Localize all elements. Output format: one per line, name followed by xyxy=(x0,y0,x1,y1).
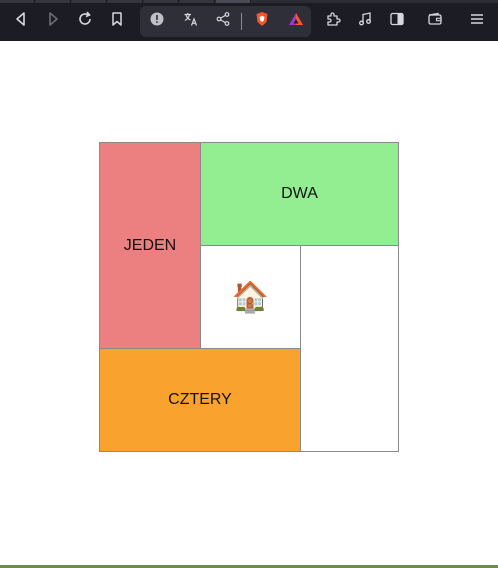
brave-rewards-button[interactable] xyxy=(283,8,309,34)
wallet-button[interactable] xyxy=(422,8,448,34)
extensions-icon xyxy=(325,11,341,32)
share-icon xyxy=(215,11,231,32)
bookmark-icon xyxy=(109,11,125,32)
sidebar-icon xyxy=(389,11,405,32)
reload-icon xyxy=(77,10,93,32)
urlbar-divider xyxy=(241,13,242,30)
tab[interactable] xyxy=(144,0,179,3)
layout-grid: JEDEN DWA 🏠 CZTERY xyxy=(99,142,399,452)
reload-button[interactable] xyxy=(72,8,98,34)
cell-jeden-label: JEDEN xyxy=(123,236,177,254)
cell-cztery: CZTERY xyxy=(99,348,301,452)
forward-icon xyxy=(45,11,61,32)
tab[interactable] xyxy=(0,0,35,3)
cell-dwa-label: DWA xyxy=(281,185,318,202)
bookmark-button[interactable] xyxy=(104,8,130,34)
cell-jeden: JEDEN xyxy=(99,142,201,349)
forward-button[interactable] xyxy=(40,8,66,34)
translate-icon xyxy=(183,11,199,32)
cell-cztery-label: CZTERY xyxy=(168,391,232,408)
brave-shields-icon xyxy=(254,11,270,32)
share-button[interactable] xyxy=(210,8,236,34)
info-icon xyxy=(149,11,165,32)
site-info-button[interactable] xyxy=(144,8,170,34)
brave-shields-button[interactable] xyxy=(249,8,275,34)
sidebar-button[interactable] xyxy=(384,8,410,34)
tab-strip xyxy=(0,0,498,3)
tab-active[interactable] xyxy=(216,0,251,3)
cell-right-empty xyxy=(300,245,399,452)
tab[interactable] xyxy=(180,0,215,3)
tab[interactable] xyxy=(72,0,107,3)
brave-rewards-icon xyxy=(288,11,304,32)
wallet-icon xyxy=(427,11,443,32)
extensions-button[interactable] xyxy=(320,8,346,34)
menu-button[interactable] xyxy=(464,8,490,34)
media-button[interactable] xyxy=(352,8,378,34)
menu-icon xyxy=(469,11,485,32)
cell-home: 🏠 xyxy=(200,245,301,349)
house-icon: 🏠 xyxy=(231,280,270,314)
back-icon xyxy=(13,11,29,32)
media-icon xyxy=(357,11,373,32)
browser-toolbar xyxy=(0,0,498,41)
tab[interactable] xyxy=(108,0,143,3)
tab[interactable] xyxy=(36,0,71,3)
back-button[interactable] xyxy=(8,8,34,34)
cell-dwa: DWA xyxy=(200,142,399,246)
translate-button[interactable] xyxy=(178,8,204,34)
